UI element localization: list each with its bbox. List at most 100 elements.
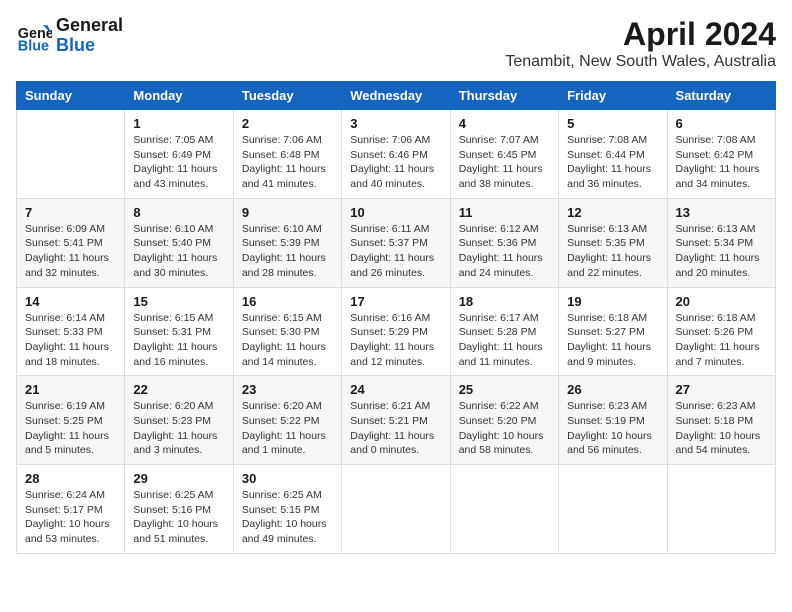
day-info: Sunrise: 7:06 AM Sunset: 6:46 PM Dayligh…: [350, 133, 441, 192]
day-number: 28: [25, 471, 116, 486]
day-number: 14: [25, 294, 116, 309]
weekday-header: Monday: [125, 82, 233, 110]
day-number: 12: [567, 205, 658, 220]
calendar-cell: 22 Sunrise: 6:20 AM Sunset: 5:23 PM Dayli…: [125, 376, 233, 465]
day-info: Sunrise: 6:25 AM Sunset: 5:16 PM Dayligh…: [133, 488, 224, 547]
day-info: Sunrise: 6:18 AM Sunset: 5:27 PM Dayligh…: [567, 311, 658, 370]
day-number: 17: [350, 294, 441, 309]
calendar-cell: 29 Sunrise: 6:25 AM Sunset: 5:16 PM Dayli…: [125, 465, 233, 554]
day-info: Sunrise: 6:11 AM Sunset: 5:37 PM Dayligh…: [350, 222, 441, 281]
day-info: Sunrise: 6:18 AM Sunset: 5:26 PM Dayligh…: [676, 311, 767, 370]
day-number: 10: [350, 205, 441, 220]
location-title: Tenambit, New South Wales, Australia: [505, 53, 776, 71]
day-number: 11: [459, 205, 550, 220]
day-number: 16: [242, 294, 333, 309]
day-info: Sunrise: 6:17 AM Sunset: 5:28 PM Dayligh…: [459, 311, 550, 370]
day-number: 25: [459, 382, 550, 397]
day-number: 6: [676, 116, 767, 131]
day-info: Sunrise: 7:08 AM Sunset: 6:42 PM Dayligh…: [676, 133, 767, 192]
header: General Blue General Blue April 2024 Ten…: [16, 16, 776, 71]
day-info: Sunrise: 6:10 AM Sunset: 5:39 PM Dayligh…: [242, 222, 333, 281]
calendar-cell: 6 Sunrise: 7:08 AM Sunset: 6:42 PM Daylig…: [667, 110, 775, 199]
calendar-cell: 10 Sunrise: 6:11 AM Sunset: 5:37 PM Dayli…: [342, 198, 450, 287]
day-number: 27: [676, 382, 767, 397]
day-number: 19: [567, 294, 658, 309]
calendar-cell: 14 Sunrise: 6:14 AM Sunset: 5:33 PM Dayli…: [17, 287, 125, 376]
svg-text:Blue: Blue: [18, 38, 49, 54]
calendar-cell: 3 Sunrise: 7:06 AM Sunset: 6:46 PM Daylig…: [342, 110, 450, 199]
calendar-cell: 28 Sunrise: 6:24 AM Sunset: 5:17 PM Dayli…: [17, 465, 125, 554]
weekday-header: Wednesday: [342, 82, 450, 110]
day-number: 29: [133, 471, 224, 486]
calendar-cell: 4 Sunrise: 7:07 AM Sunset: 6:45 PM Daylig…: [450, 110, 558, 199]
logo-line1: General: [56, 16, 123, 36]
day-info: Sunrise: 6:15 AM Sunset: 5:31 PM Dayligh…: [133, 311, 224, 370]
day-number: 30: [242, 471, 333, 486]
day-info: Sunrise: 6:20 AM Sunset: 5:23 PM Dayligh…: [133, 399, 224, 458]
day-info: Sunrise: 7:07 AM Sunset: 6:45 PM Dayligh…: [459, 133, 550, 192]
calendar-week-row: 14 Sunrise: 6:14 AM Sunset: 5:33 PM Dayli…: [17, 287, 776, 376]
day-info: Sunrise: 6:24 AM Sunset: 5:17 PM Dayligh…: [25, 488, 116, 547]
day-number: 18: [459, 294, 550, 309]
calendar-cell: 9 Sunrise: 6:10 AM Sunset: 5:39 PM Daylig…: [233, 198, 341, 287]
calendar-week-row: 7 Sunrise: 6:09 AM Sunset: 5:41 PM Daylig…: [17, 198, 776, 287]
day-number: 23: [242, 382, 333, 397]
calendar-cell: 25 Sunrise: 6:22 AM Sunset: 5:20 PM Dayli…: [450, 376, 558, 465]
day-info: Sunrise: 6:23 AM Sunset: 5:19 PM Dayligh…: [567, 399, 658, 458]
day-number: 4: [459, 116, 550, 131]
day-info: Sunrise: 6:10 AM Sunset: 5:40 PM Dayligh…: [133, 222, 224, 281]
day-number: 3: [350, 116, 441, 131]
day-info: Sunrise: 6:13 AM Sunset: 5:35 PM Dayligh…: [567, 222, 658, 281]
day-info: Sunrise: 6:23 AM Sunset: 5:18 PM Dayligh…: [676, 399, 767, 458]
day-info: Sunrise: 6:22 AM Sunset: 5:20 PM Dayligh…: [459, 399, 550, 458]
day-info: Sunrise: 6:14 AM Sunset: 5:33 PM Dayligh…: [25, 311, 116, 370]
day-number: 13: [676, 205, 767, 220]
day-number: 26: [567, 382, 658, 397]
weekday-header: Tuesday: [233, 82, 341, 110]
day-info: Sunrise: 7:06 AM Sunset: 6:48 PM Dayligh…: [242, 133, 333, 192]
calendar-cell: 18 Sunrise: 6:17 AM Sunset: 5:28 PM Dayli…: [450, 287, 558, 376]
calendar-cell: [667, 465, 775, 554]
day-number: 21: [25, 382, 116, 397]
day-number: 8: [133, 205, 224, 220]
day-number: 2: [242, 116, 333, 131]
logo: General Blue General Blue: [16, 16, 123, 56]
day-number: 15: [133, 294, 224, 309]
calendar-cell: 15 Sunrise: 6:15 AM Sunset: 5:31 PM Dayli…: [125, 287, 233, 376]
day-info: Sunrise: 6:12 AM Sunset: 5:36 PM Dayligh…: [459, 222, 550, 281]
day-number: 1: [133, 116, 224, 131]
calendar-cell: 23 Sunrise: 6:20 AM Sunset: 5:22 PM Dayli…: [233, 376, 341, 465]
day-info: Sunrise: 6:20 AM Sunset: 5:22 PM Dayligh…: [242, 399, 333, 458]
weekday-header: Friday: [559, 82, 667, 110]
calendar-table: SundayMondayTuesdayWednesdayThursdayFrid…: [16, 81, 776, 554]
calendar-cell: [559, 465, 667, 554]
calendar-cell: 19 Sunrise: 6:18 AM Sunset: 5:27 PM Dayli…: [559, 287, 667, 376]
day-number: 22: [133, 382, 224, 397]
calendar-cell: 21Sunrise: 6:19 AM Sunset: 5:25 PM Dayli…: [17, 376, 125, 465]
calendar-cell: 8 Sunrise: 6:10 AM Sunset: 5:40 PM Daylig…: [125, 198, 233, 287]
calendar-cell: [342, 465, 450, 554]
calendar-week-row: 21Sunrise: 6:19 AM Sunset: 5:25 PM Dayli…: [17, 376, 776, 465]
calendar-header-row: SundayMondayTuesdayWednesdayThursdayFrid…: [17, 82, 776, 110]
calendar-cell: 5Sunrise: 7:08 AM Sunset: 6:44 PM Daylig…: [559, 110, 667, 199]
day-info: Sunrise: 6:13 AM Sunset: 5:34 PM Dayligh…: [676, 222, 767, 281]
day-number: 24: [350, 382, 441, 397]
calendar-cell: 12 Sunrise: 6:13 AM Sunset: 5:35 PM Dayli…: [559, 198, 667, 287]
logo-icon: General Blue: [16, 18, 52, 54]
calendar-week-row: 28 Sunrise: 6:24 AM Sunset: 5:17 PM Dayli…: [17, 465, 776, 554]
calendar-cell: 27 Sunrise: 6:23 AM Sunset: 5:18 PM Dayli…: [667, 376, 775, 465]
day-info: Sunrise: 7:08 AM Sunset: 6:44 PM Dayligh…: [567, 133, 658, 192]
day-number: 7: [25, 205, 116, 220]
weekday-header: Thursday: [450, 82, 558, 110]
calendar-cell: 20Sunrise: 6:18 AM Sunset: 5:26 PM Dayli…: [667, 287, 775, 376]
calendar-cell: 2 Sunrise: 7:06 AM Sunset: 6:48 PM Daylig…: [233, 110, 341, 199]
logo-line2: Blue: [56, 36, 123, 56]
day-number: 9: [242, 205, 333, 220]
day-info: Sunrise: 7:05 AM Sunset: 6:49 PM Dayligh…: [133, 133, 224, 192]
calendar-cell: 13 Sunrise: 6:13 AM Sunset: 5:34 PM Dayli…: [667, 198, 775, 287]
calendar-cell: 16Sunrise: 6:15 AM Sunset: 5:30 PM Dayli…: [233, 287, 341, 376]
day-info: Sunrise: 6:09 AM Sunset: 5:41 PM Dayligh…: [25, 222, 116, 281]
calendar-cell: 30Sunrise: 6:25 AM Sunset: 5:15 PM Dayli…: [233, 465, 341, 554]
weekday-header: Saturday: [667, 82, 775, 110]
calendar-cell: [450, 465, 558, 554]
